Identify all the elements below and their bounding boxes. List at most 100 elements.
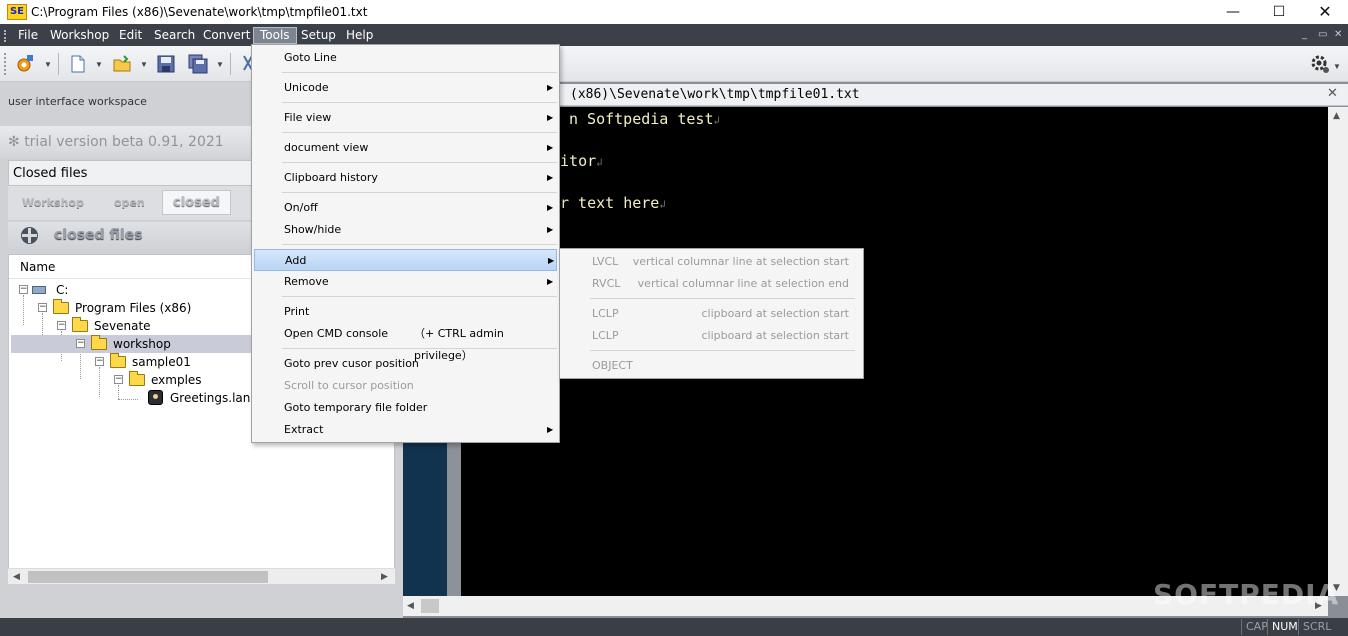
menu-separator — [590, 298, 855, 299]
chevron-down-icon[interactable]: ▼ — [1333, 62, 1341, 71]
menu-item-extract[interactable]: Extract ▶ — [254, 419, 557, 441]
menu-separator — [282, 348, 557, 349]
chevron-down-icon[interactable]: ▼ — [216, 60, 224, 69]
menu-edit[interactable]: Edit — [113, 27, 148, 44]
submenu-arrow-icon: ▶ — [547, 83, 554, 92]
tools-dropdown-menu: Goto Line Unicode ▶ File view ▶ document v… — [251, 44, 560, 443]
submenu-arrow-icon: ▶ — [547, 143, 554, 152]
folder-icon — [53, 299, 69, 314]
closed-files-title: Closed files — [13, 166, 88, 181]
menu-item-goto-prev-cursor[interactable]: Goto prev cusor position — [254, 353, 557, 375]
submenu-item-rvcl: RVCL vertical columnar line at selection … — [592, 277, 849, 290]
chevron-down-icon[interactable]: ▼ — [140, 60, 148, 69]
menu-item-remove[interactable]: Remove ▶ — [254, 271, 557, 293]
new-file-icon[interactable] — [68, 54, 88, 74]
new-workshop-icon[interactable] — [14, 54, 34, 74]
collapse-icon[interactable]: − — [95, 357, 104, 366]
submenu-arrow-icon: ▶ — [547, 425, 554, 434]
tab-closed[interactable]: closed — [162, 190, 231, 215]
close-window-button[interactable]: ✕ — [1302, 0, 1348, 24]
submenu-item-lclp-2: LCLP clipboard at selection start — [592, 329, 849, 342]
menu-help[interactable]: Help — [340, 27, 379, 44]
collapse-icon[interactable]: − — [57, 321, 66, 330]
menu-item-clipboard-history[interactable]: Clipboard history ▶ — [254, 167, 557, 189]
menu-item-open-cmd-console[interactable]: Open CMD console （+ CTRL admin privilege） — [254, 323, 557, 362]
submenu-item-lclp: LCLP clipboard at selection start — [592, 307, 849, 320]
tree-horizontal-scrollbar[interactable]: ◀ ▶ — [8, 568, 395, 584]
chevron-down-icon[interactable]: ▼ — [44, 60, 52, 69]
menu-separator — [282, 162, 557, 163]
scroll-left-icon[interactable]: ◀ — [13, 572, 20, 582]
mdi-minimize-button[interactable]: _ — [1302, 29, 1307, 40]
scroll-right-icon[interactable]: ▶ — [381, 572, 388, 582]
folder-icon — [129, 371, 145, 386]
toolbar-separator — [58, 53, 59, 75]
menu-separator — [282, 102, 557, 103]
num-lock-indicator: NUM — [1267, 619, 1302, 635]
collapse-icon[interactable]: − — [76, 339, 85, 348]
tab-open[interactable]: open — [114, 196, 145, 209]
menu-item-document-view[interactable]: document view ▶ — [254, 137, 557, 159]
collapse-icon[interactable]: − — [19, 285, 28, 294]
tree-node-drive[interactable]: − C: — [15, 281, 215, 299]
scrollbar-thumb[interactable] — [28, 571, 268, 583]
tab-workshop[interactable]: Workshop — [22, 196, 84, 209]
toolbar-grip — [4, 53, 6, 75]
scroll-left-icon[interactable]: ◀ — [407, 601, 414, 611]
submenu-arrow-icon: ▶ — [548, 256, 555, 265]
close-tab-icon[interactable]: ✕ — [1327, 86, 1338, 101]
toolbar-separator — [230, 53, 231, 75]
open-folder-icon[interactable] — [112, 54, 132, 74]
scroll-up-icon[interactable]: ▲ — [1333, 111, 1340, 121]
menu-tools[interactable]: Tools — [253, 27, 297, 44]
menu-item-on-off[interactable]: On/off ▶ — [254, 197, 557, 219]
menu-separator — [282, 132, 557, 133]
collapse-icon[interactable]: − — [114, 375, 123, 384]
menu-item-show-hide[interactable]: Show/hide ▶ — [254, 219, 557, 241]
menu-item-print[interactable]: Print — [254, 301, 557, 323]
minimize-button[interactable]: — — [1210, 0, 1256, 24]
menu-item-unicode[interactable]: Unicode ▶ — [254, 77, 557, 99]
menu-item-goto-line[interactable]: Goto Line — [254, 47, 557, 69]
save-icon[interactable] — [156, 54, 176, 74]
title-bar: SE C:\Program Files (x86)\Sevenate\work\… — [0, 0, 1348, 24]
scrollbar-thumb[interactable] — [421, 599, 439, 613]
menu-item-add[interactable]: Add ▶ — [254, 249, 557, 271]
save-all-icon[interactable] — [188, 54, 208, 74]
editor-vertical-scrollbar[interactable]: ▲ ▼ — [1328, 107, 1348, 596]
submenu-arrow-icon: ▶ — [547, 173, 554, 182]
toolbar: ▼ ▼ ▼ ▼ ▼ — [0, 46, 1348, 82]
submenu-arrow-icon: ▶ — [547, 225, 554, 234]
collapse-icon[interactable]: − — [38, 303, 47, 312]
submenu-item-object: OBJECT — [592, 359, 633, 372]
crosshair-icon[interactable] — [21, 227, 38, 244]
add-submenu: LVCL vertical columnar line at selection … — [559, 248, 864, 379]
status-bar: CAP NUM SCRL — [0, 618, 1348, 636]
settings-gear-icon[interactable] — [1309, 53, 1331, 75]
mdi-close-button[interactable]: ✕ — [1334, 29, 1342, 40]
menu-separator — [282, 244, 557, 245]
folder-icon — [91, 335, 107, 350]
softpedia-watermark: SOFTPEDIA — [1153, 578, 1340, 611]
menu-convert[interactable]: Convert — [197, 27, 256, 44]
menu-item-file-view[interactable]: File view ▶ — [254, 107, 557, 129]
editor-file-path: (x86)\Sevenate\work\tmp\tmpfile01.txt — [570, 87, 860, 102]
trial-version-text: ✻ trial version beta 0.91, 2021 — [8, 134, 224, 150]
folder-icon — [110, 353, 126, 368]
chevron-down-icon[interactable]: ▼ — [95, 60, 103, 69]
menu-workshop[interactable]: Workshop — [44, 27, 115, 44]
mdi-restore-button[interactable]: ▭ — [1318, 29, 1327, 40]
menu-setup[interactable]: Setup — [295, 27, 342, 44]
maximize-button[interactable]: ☐ — [1256, 0, 1302, 24]
code-line: n Softpedia test↲ — [569, 110, 721, 128]
menu-item-goto-temp-folder[interactable]: Goto temporary file folder — [254, 397, 557, 419]
menu-search[interactable]: Search — [148, 27, 201, 44]
menu-file[interactable]: File — [12, 27, 44, 44]
menu-separator — [590, 350, 855, 351]
language-file-icon — [148, 390, 163, 405]
tree-node-folder-selected[interactable]: − workshop — [11, 335, 256, 353]
section-title: closed files — [54, 227, 143, 243]
scroll-lock-indicator: SCRL — [1298, 619, 1335, 635]
menu-bar: File Workshop Edit Search Convert Tools … — [0, 24, 1348, 46]
menu-item-scroll-to-cursor: Scroll to cursor position — [284, 379, 414, 392]
